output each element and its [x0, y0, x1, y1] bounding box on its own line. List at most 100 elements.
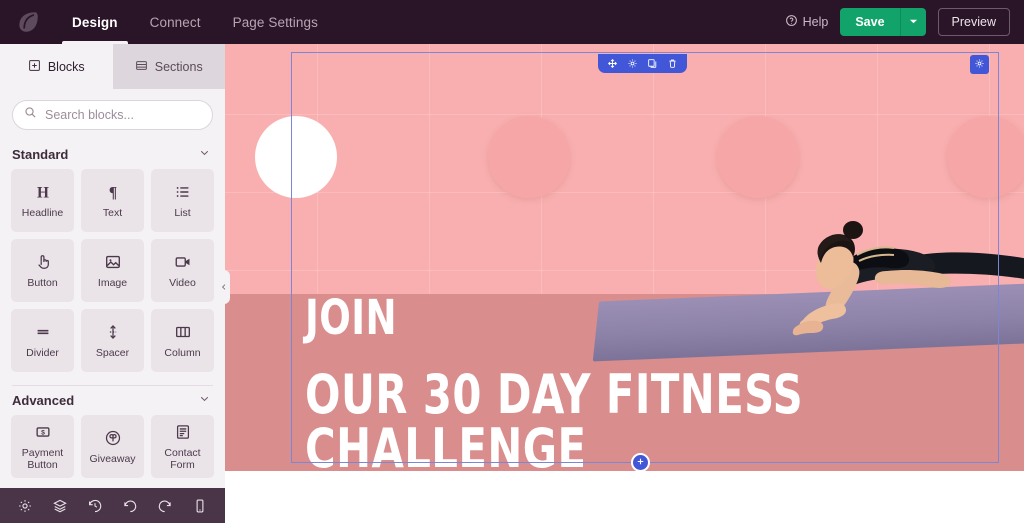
- advanced-blocks-grid: $ Payment Button Giveaway Contact Form: [0, 415, 225, 478]
- chevron-down-icon[interactable]: [198, 146, 211, 162]
- history-icon[interactable]: [87, 498, 103, 514]
- move-arrows-icon[interactable]: [607, 58, 618, 69]
- block-label-divider: Divider: [26, 346, 59, 359]
- block-label-button: Button: [27, 276, 58, 289]
- search-input[interactable]: [45, 108, 201, 122]
- page-canvas[interactable]: JOIN OUR 30 DAY FITNESS CHALLENGE: [225, 44, 1024, 523]
- divider-icon: [34, 322, 52, 342]
- image-icon: [104, 252, 122, 272]
- block-tile-video[interactable]: Video: [151, 239, 214, 302]
- spacer-icon: [104, 322, 122, 342]
- block-label-image: Image: [97, 276, 128, 289]
- preview-button[interactable]: Preview: [937, 8, 1010, 36]
- sidebar-tabs: Blocks Sections: [0, 44, 225, 89]
- sidebar-tab-sections-label: Sections: [154, 59, 203, 74]
- search-blocks-box[interactable]: [12, 100, 213, 130]
- top-bar: Design Connect Page Settings Help Save P…: [0, 0, 1024, 44]
- headline-icon: H: [34, 182, 52, 202]
- chevron-down-icon[interactable]: [198, 392, 211, 408]
- caret-down-icon: [909, 13, 918, 31]
- list-icon: [174, 182, 192, 202]
- block-label-payment-button: Payment Button: [21, 446, 64, 471]
- sidebar-tab-sections[interactable]: Sections: [112, 44, 225, 89]
- save-dropdown-button[interactable]: [899, 8, 926, 36]
- row-settings-button[interactable]: [970, 55, 989, 74]
- trash-icon[interactable]: [667, 58, 678, 69]
- gear-icon[interactable]: [627, 58, 638, 69]
- block-label-headline: Headline: [21, 206, 64, 219]
- nav-tab-page-settings-label: Page Settings: [232, 14, 318, 30]
- redo-icon[interactable]: [157, 498, 173, 514]
- sidebar-bottom-toolbar: [0, 488, 225, 523]
- copy-icon[interactable]: [647, 58, 658, 69]
- block-tile-image[interactable]: Image: [81, 239, 144, 302]
- main-nav-tabs: Design Connect Page Settings: [56, 0, 334, 44]
- gear-icon[interactable]: [17, 498, 33, 514]
- save-button[interactable]: Save: [840, 8, 900, 36]
- chevron-left-icon: [220, 278, 228, 296]
- wall-circle-decor: [717, 116, 799, 198]
- help-label: Help: [802, 15, 829, 29]
- wall-circle-decor: [947, 116, 1024, 198]
- save-button-group: Save: [840, 8, 926, 36]
- sidebar-tab-blocks[interactable]: Blocks: [0, 44, 113, 89]
- block-label-contact-form: Contact Form: [164, 446, 201, 471]
- nav-tab-design[interactable]: Design: [56, 0, 134, 44]
- add-section-button[interactable]: [631, 453, 650, 472]
- block-tile-giveaway[interactable]: Giveaway: [81, 415, 144, 478]
- block-tile-text[interactable]: ¶ Text: [81, 169, 144, 232]
- wall-circle-decor: [488, 116, 570, 198]
- search-icon: [24, 106, 37, 124]
- block-label-video: Video: [169, 276, 196, 289]
- block-tile-headline[interactable]: H Headline: [11, 169, 74, 232]
- nav-tab-connect[interactable]: Connect: [134, 0, 217, 44]
- video-icon: [174, 252, 192, 272]
- svg-text:$: $: [41, 429, 45, 436]
- giveaway-icon: [104, 428, 122, 448]
- nav-tab-page-settings[interactable]: Page Settings: [217, 0, 334, 44]
- sections-icon: [135, 59, 148, 75]
- page-builder-app: Design Connect Page Settings Help Save P…: [0, 0, 1024, 523]
- paragraph-icon: ¶: [104, 182, 122, 202]
- column-icon: [174, 322, 192, 342]
- help-button[interactable]: Help: [785, 14, 829, 30]
- block-tile-payment-button[interactable]: $ Payment Button: [11, 415, 74, 478]
- group-header-advanced[interactable]: Advanced: [0, 386, 225, 415]
- app-logo[interactable]: [0, 0, 56, 44]
- wall-circle-decor: [255, 116, 337, 198]
- block-tile-button[interactable]: Button: [11, 239, 74, 302]
- group-title-standard: Standard: [12, 146, 69, 162]
- mobile-icon[interactable]: [192, 498, 208, 514]
- block-tile-list[interactable]: List: [151, 169, 214, 232]
- sidebar-tab-blocks-label: Blocks: [47, 59, 85, 74]
- hero-text-block[interactable]: JOIN OUR 30 DAY FITNESS CHALLENGE: [305, 294, 1005, 471]
- block-tile-column[interactable]: Column: [151, 309, 214, 372]
- block-tile-contact-form[interactable]: Contact Form: [151, 415, 214, 478]
- top-bar-actions: Help Save Preview: [785, 8, 1024, 36]
- block-label-spacer: Spacer: [95, 346, 130, 359]
- block-tile-divider[interactable]: Divider: [11, 309, 74, 372]
- button-tap-icon: [34, 252, 52, 272]
- preview-label: Preview: [951, 15, 996, 29]
- block-label-giveaway: Giveaway: [89, 452, 136, 465]
- svg-text:H: H: [37, 184, 49, 201]
- blocks-icon: [28, 59, 41, 75]
- block-tile-spacer[interactable]: Spacer: [81, 309, 144, 372]
- block-label-column: Column: [164, 346, 201, 359]
- gear-icon: [974, 56, 985, 74]
- standard-blocks-grid: H Headline ¶ Text List Button Image Vide…: [0, 169, 225, 372]
- sidebar-collapse-handle[interactable]: [218, 270, 230, 304]
- hero-section[interactable]: JOIN OUR 30 DAY FITNESS CHALLENGE: [225, 44, 1024, 471]
- undo-icon[interactable]: [122, 498, 138, 514]
- group-header-standard[interactable]: Standard: [0, 140, 225, 169]
- nav-tab-connect-label: Connect: [149, 14, 201, 30]
- nav-tab-design-label: Design: [72, 14, 118, 30]
- plus-circle-icon: [635, 454, 646, 472]
- section-floating-toolbar: [598, 54, 687, 73]
- layers-icon[interactable]: [52, 498, 68, 514]
- hero-eyebrow: JOIN: [305, 290, 397, 346]
- leaf-logo-icon: [15, 9, 41, 35]
- group-title-advanced: Advanced: [12, 392, 75, 408]
- block-label-text: Text: [102, 206, 123, 219]
- left-sidebar: Blocks Sections Search blocks... Standar…: [0, 44, 225, 488]
